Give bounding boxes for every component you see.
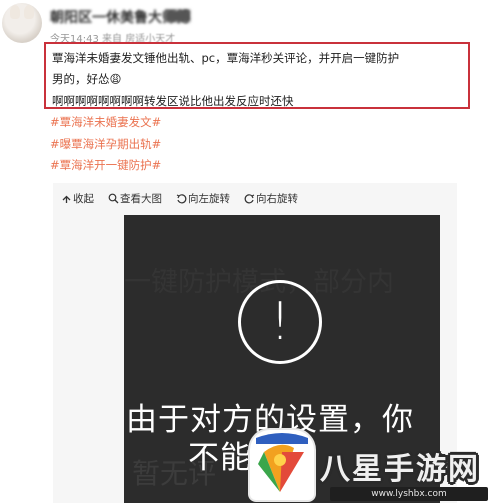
- post-text-line: 覃海洋未婚妻发文锤他出轨、pc，覃海洋秒关评论，并开启一键防护: [52, 51, 400, 65]
- alert-mark: !: [269, 292, 291, 352]
- hashtag-link[interactable]: #覃海洋未婚妻发文#: [50, 114, 161, 130]
- avatar[interactable]: [2, 3, 42, 43]
- rotate-right-icon: [244, 193, 255, 203]
- watermark-logo-icon: [256, 433, 308, 492]
- watermark-logo: [250, 430, 314, 500]
- image-text-line: 不能: [188, 440, 252, 476]
- watermark-url: www.lyshbx.com: [330, 487, 488, 501]
- hashtag-link[interactable]: #曝覃海洋孕期出轨#: [50, 136, 161, 152]
- view-large-label: 查看大图: [120, 192, 162, 205]
- image-toolbar: 收起 查看大图 向左旋转 向右旋转: [61, 189, 298, 207]
- post-text-line: 男的，好怂😩: [52, 72, 122, 86]
- rotate-left-label: 向左旋转: [188, 192, 230, 205]
- avatar-ear: [24, 5, 34, 19]
- rotate-left-icon: [176, 193, 187, 203]
- collapse-button[interactable]: 收起: [61, 191, 94, 206]
- rotate-right-button[interactable]: 向右旋转: [244, 191, 298, 206]
- post-text-line: 啊啊啊啊啊啊啊啊转发区说比他出发反应时还快: [52, 94, 294, 108]
- user-badge: [166, 10, 190, 22]
- avatar-ear: [10, 5, 20, 19]
- collapse-icon: [62, 195, 71, 203]
- rotate-right-label: 向右旋转: [256, 192, 298, 205]
- rotate-left-button[interactable]: 向左旋转: [176, 191, 230, 206]
- hashtag-link[interactable]: #覃海洋开一键防护#: [50, 157, 161, 173]
- watermark-title: 八星手游网: [320, 452, 480, 487]
- collapse-label: 收起: [73, 192, 94, 205]
- view-large-button[interactable]: 查看大图: [108, 191, 162, 206]
- zoom-icon: [108, 193, 119, 203]
